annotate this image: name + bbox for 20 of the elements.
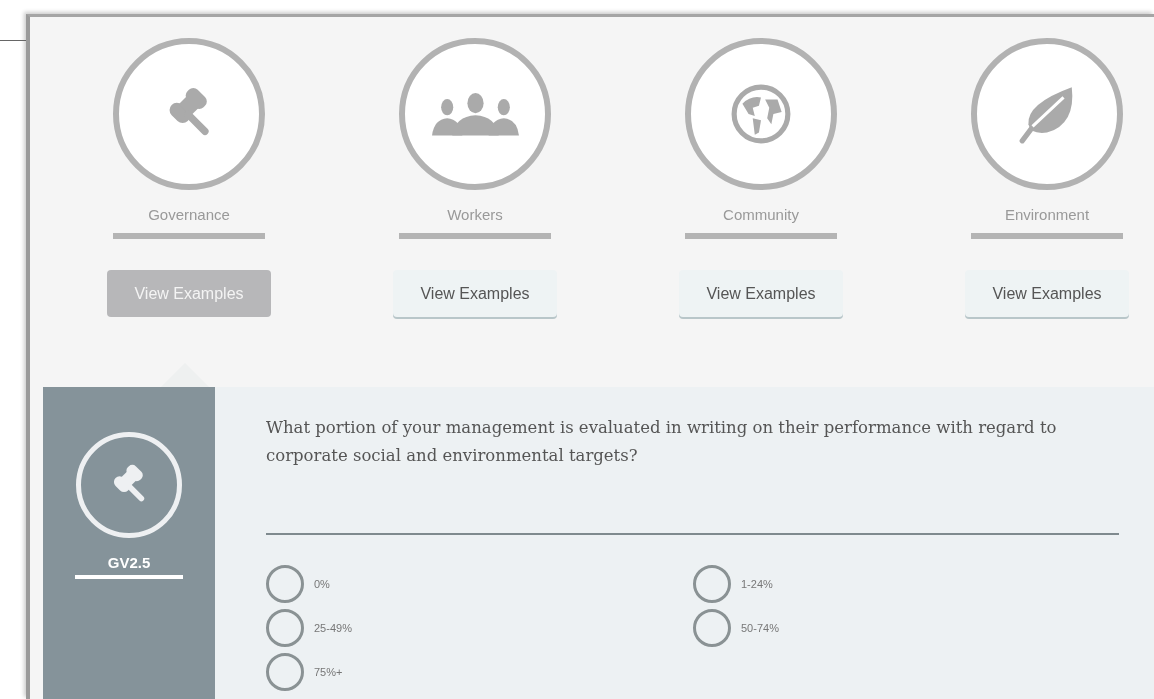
category-label: Workers bbox=[447, 206, 503, 225]
view-examples-button[interactable]: View Examples bbox=[679, 270, 843, 317]
option-label: 75%+ bbox=[314, 666, 343, 678]
globe-icon bbox=[730, 83, 792, 145]
category-label: Governance bbox=[148, 206, 230, 225]
view-examples-button[interactable]: View Examples bbox=[393, 270, 557, 317]
question-code: GV2.5 bbox=[107, 554, 151, 571]
radio-button[interactable] bbox=[693, 565, 731, 603]
radio-button[interactable] bbox=[266, 565, 304, 603]
radio-button[interactable] bbox=[693, 609, 731, 647]
radio-button[interactable] bbox=[266, 609, 304, 647]
option-label: 1-24% bbox=[741, 578, 773, 590]
radio-button[interactable] bbox=[266, 653, 304, 691]
option-label: 50-74% bbox=[741, 622, 779, 634]
option-label: 25-49% bbox=[314, 622, 352, 634]
category-label: Community bbox=[723, 206, 799, 225]
view-examples-button[interactable]: View Examples bbox=[965, 270, 1129, 317]
question-text: What portion of your management is evaluated in writing on their performance with regard to corporate social and environmental targets? bbox=[266, 417, 1058, 467]
option-label: 0% bbox=[314, 578, 330, 590]
category-label: Environment bbox=[1004, 206, 1090, 225]
